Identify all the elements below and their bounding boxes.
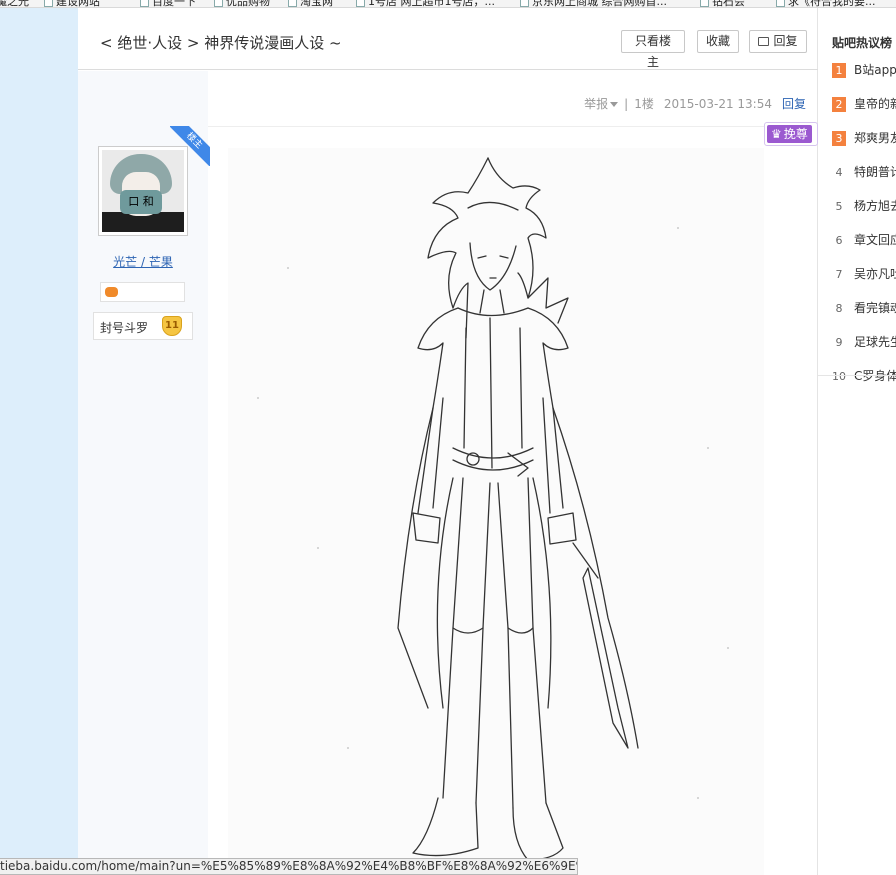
page-icon [700, 0, 709, 7]
hot-text: 皇帝的新 [854, 97, 896, 111]
hot-rank: 1 [832, 63, 846, 78]
favorite-button[interactable]: 收藏 [697, 30, 739, 53]
page-icon [520, 0, 529, 7]
level-number: 11 [162, 316, 182, 336]
page-background [0, 8, 78, 875]
page-icon [140, 0, 149, 7]
hot-topic-item[interactable]: 4 特朗普计 [832, 165, 896, 199]
post-main: < 绝世·人设 > 神界传说漫画人设 ~ 只看楼主 收藏 回复 口 和 楼主 光… [78, 8, 818, 875]
hot-topic-item[interactable]: 1 B站app下 [832, 63, 896, 97]
hot-rank: 5 [835, 200, 843, 213]
hot-text: 杨方旭去 [854, 199, 896, 213]
only-owner-button[interactable]: 只看楼主 [621, 30, 685, 69]
bookmark-item[interactable]: 1号店 网上超市1号店，... [356, 0, 495, 7]
browser-status-bar: tieba.baidu.com/home/main?un=%E5%85%89%E… [0, 858, 578, 875]
page-icon [44, 0, 53, 7]
hot-topics-list: 1 B站app下 2 皇帝的新 3 郑爽男友 4 特朗普计 5 杨方旭去 6 章文回应 7吴… [832, 63, 896, 403]
right-sidebar: 贴吧热议榜 1 B站app下 2 皇帝的新 3 郑爽男友 4 特朗普计 5 杨方旭去 6章… [818, 8, 896, 875]
page-icon [288, 0, 297, 7]
bookmarks-bar: 魔之光 建设网站 百度一下 优品购物 淘宝网 1号店 网上超市1号店，... 京… [0, 0, 896, 8]
floor-number: 1楼 [634, 97, 654, 111]
hot-rank: 9 [835, 336, 843, 349]
reply-button[interactable]: 回复 [749, 30, 807, 53]
bookmark-item[interactable]: 优品购物 [214, 0, 270, 7]
hot-text: 特朗普计 [854, 165, 896, 179]
thread-header: < 绝世·人设 > 神界传说漫画人设 ~ 只看楼主 收藏 回复 [78, 8, 818, 70]
hot-text: C罗身体 [854, 369, 896, 383]
post-reply-link[interactable]: 回复 [782, 95, 806, 112]
gamepad-icon[interactable] [105, 287, 118, 297]
hot-text: 郑爽男友 [854, 131, 896, 145]
meta-separator: | [624, 96, 629, 111]
hot-topic-item[interactable]: 5 杨方旭去 [832, 199, 896, 233]
level-title: 封号斗罗 [100, 321, 149, 335]
post-meta-bar: 举报 | 1楼 2015-03-21 13:54 回复 [208, 71, 818, 127]
page-icon [356, 0, 365, 7]
hot-topic-item[interactable]: 8 看完镇魂 [832, 301, 896, 335]
hot-text: B站app下 [854, 63, 896, 77]
level-badge[interactable]: 封号斗罗 11 [93, 312, 193, 340]
bookmark-item[interactable]: 魔之光 [0, 0, 29, 7]
caret-down-icon [610, 102, 619, 107]
bookmark-item[interactable]: 淘宝网 [288, 0, 333, 7]
bookmark-item[interactable]: 京东网上商城 综合网购首... [520, 0, 667, 7]
hot-rank: 6 [835, 234, 843, 247]
post-time: 2015-03-21 13:54 [663, 96, 772, 111]
hot-rank: 7 [835, 268, 843, 281]
comment-icon [758, 37, 770, 46]
thumb-icon: ♛ [771, 127, 782, 141]
hot-rank: 2 [832, 97, 846, 112]
hot-rank: 10 [832, 370, 846, 383]
page-icon [776, 0, 785, 7]
owner-badge-label: 楼主 [170, 126, 210, 166]
bookmark-item[interactable]: 建设网站 [44, 0, 100, 7]
bookmark-item[interactable]: 钻石会 [700, 0, 745, 7]
page-icon [214, 0, 223, 7]
reply-button-label: 回复 [773, 34, 798, 48]
character-sketch-drawing [257, 157, 729, 861]
post-image-sketch[interactable] [228, 148, 764, 875]
hot-rank: 4 [835, 166, 843, 179]
hot-text: 章文回应 [854, 233, 896, 247]
sidebar-divider [818, 375, 896, 376]
hot-text: 看完镇魂 [854, 301, 896, 315]
hot-topic-item[interactable]: 3 郑爽男友 [832, 131, 896, 165]
owner-badge: 楼主 [170, 126, 210, 166]
icon-badge-box [100, 282, 185, 302]
hot-topics-title: 贴吧热议榜 [832, 36, 893, 50]
report-label: 举报 [584, 97, 609, 111]
hot-text: 足球先生 [854, 335, 896, 349]
bookmark-item[interactable]: 求《符合我的要... [776, 0, 876, 7]
zun-label: 挽尊 [783, 127, 808, 141]
hot-topic-item[interactable]: 9 足球先生 [832, 335, 896, 369]
bookmark-item[interactable]: 百度一下 [140, 0, 196, 7]
username-link[interactable]: 光芒 / 芒果 [78, 253, 208, 270]
hot-rank: 3 [832, 131, 846, 146]
hot-topic-item[interactable]: 7 吴亦凡吐 [832, 267, 896, 301]
hot-text: 吴亦凡吐 [854, 267, 896, 281]
hot-rank: 8 [835, 302, 843, 315]
avatar-mask-text: 口 和 [120, 190, 162, 214]
zun-button[interactable]: ♛ 挽尊 [764, 122, 818, 146]
hot-topic-item[interactable]: 2 皇帝的新 [832, 97, 896, 131]
author-panel: 口 和 楼主 光芒 / 芒果 封号斗罗 11 [78, 71, 210, 875]
hot-topic-item[interactable]: 6 章文回应 [832, 233, 896, 267]
thread-title[interactable]: < 绝世·人设 > 神界传说漫画人设 ~ [100, 32, 342, 53]
report-dropdown[interactable]: 举报 [584, 95, 619, 112]
